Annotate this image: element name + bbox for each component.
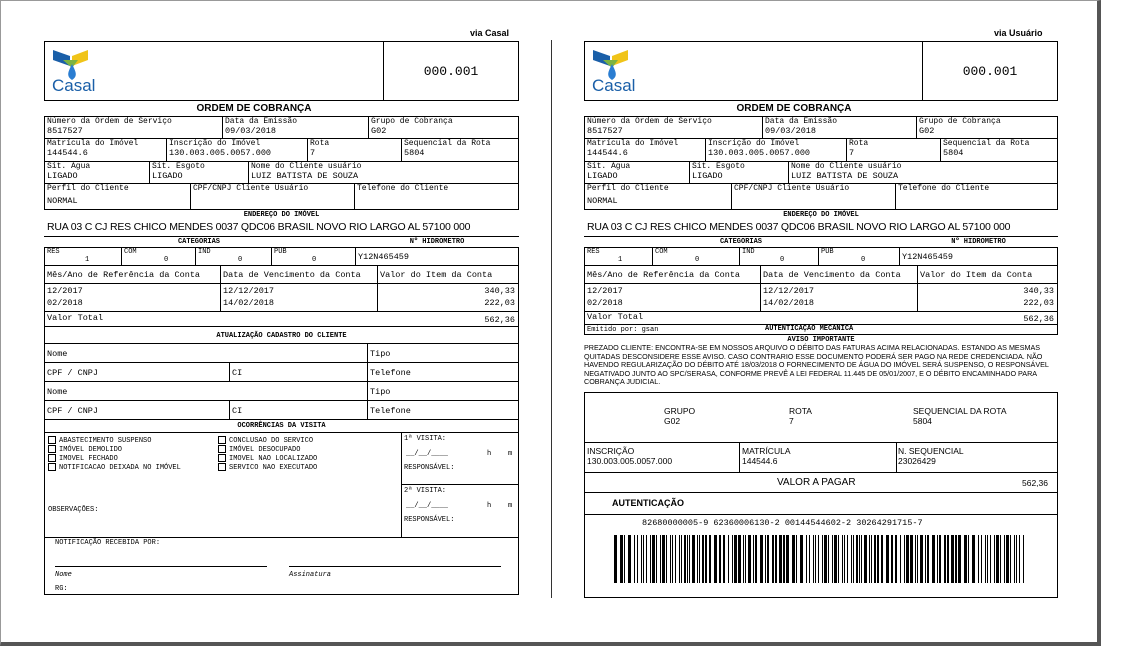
matricula-cell: Matrícula do Imóvel 144544.6 bbox=[44, 138, 167, 162]
valor-pagar-label: VALOR A PAGAR bbox=[777, 477, 856, 488]
ocorrencias-title: OCORRÊNCIAS DA VISITA bbox=[44, 419, 519, 433]
items-valor-col: 340,33 222,03 bbox=[377, 283, 519, 312]
left-header: Casal 000.001 bbox=[44, 41, 519, 101]
cad-tel-1[interactable]: Telefone bbox=[367, 362, 519, 382]
seq-label: SEQUENCIAL DA ROTA bbox=[913, 406, 1007, 416]
esgoto-cell: Sit. Esgoto LIGADO bbox=[149, 161, 249, 184]
table-row: 12/2017 bbox=[47, 286, 83, 296]
casal-logo: Casal bbox=[48, 46, 98, 98]
items-venc-col: 12/12/2017 14/02/2018 bbox=[220, 283, 378, 312]
total-row: Valor Total 562,36 bbox=[44, 311, 519, 327]
via-usuario-label: via Usuário bbox=[994, 28, 1043, 38]
perfil-cell: Perfil do Cliente NORMAL bbox=[44, 183, 191, 210]
items-header-ref: Mês/Ano de Referência da Conta bbox=[44, 265, 221, 284]
barcode-icon bbox=[614, 535, 1024, 583]
divider-line bbox=[551, 40, 552, 598]
items-ref-col: 12/2017 02/2018 bbox=[44, 283, 221, 312]
assinatura-label: Assinatura bbox=[289, 571, 332, 579]
via-casal-label: via Casal bbox=[470, 28, 510, 38]
cad-cpf-1[interactable]: CPF / CNPJ bbox=[44, 362, 230, 382]
cad-ci-2[interactable]: CI bbox=[229, 400, 368, 420]
table-row: 02/2018 bbox=[47, 298, 83, 308]
visita1-label: 1ª VISITA: bbox=[404, 435, 447, 443]
inscricao-value: 130.003.005.0057.000 bbox=[587, 456, 673, 466]
autenticacao-label: AUTENTICAÇÃO bbox=[612, 498, 684, 508]
table-row: 12/2017 bbox=[587, 286, 623, 296]
aviso-text: PREZADO CLIENTE: ENCONTRA-SE EM NOSSOS A… bbox=[584, 343, 1049, 386]
rg-label: RG: bbox=[55, 585, 68, 593]
cad-ci-1[interactable]: CI bbox=[229, 362, 368, 382]
grupo-label: GRUPO bbox=[664, 406, 696, 416]
inscricao-cell: Inscrição do Imóvel 130.003.005.0057.000 bbox=[166, 138, 308, 162]
cad-tipo-2[interactable]: Tipo bbox=[367, 381, 519, 401]
responsavel-1: RESPONSÁVEL: bbox=[404, 464, 455, 472]
seq-value: 5804 bbox=[913, 416, 932, 426]
items-header-valor: Valor do Item da Conta bbox=[377, 265, 519, 284]
casal-logo: Casal bbox=[588, 46, 638, 98]
visita2-date[interactable]: __/__/____ bbox=[406, 502, 448, 510]
grupo-cell: Grupo de Cobrança G02 bbox=[368, 116, 519, 139]
pub-cell: PUB 0 bbox=[271, 247, 356, 266]
endereco-label: ENDEREÇO DO IMÓVEL bbox=[243, 211, 320, 219]
matricula-label: MATRÍCULA bbox=[742, 446, 791, 456]
hidrometro-label: Nº HIDROMETRO bbox=[409, 238, 465, 246]
linha-digitavel: 82680000005-9 62360006130-2 00144544602-… bbox=[642, 518, 923, 528]
nseq-value: 23026429 bbox=[898, 456, 936, 466]
form-title: ORDEM DE COBRANÇA bbox=[196, 103, 312, 114]
emitido-row: Emitido por: gsan AUTENTICAÇÃO MECÂNICA bbox=[584, 324, 1058, 335]
matricula-value: 144544.6 bbox=[742, 456, 778, 466]
seq-cell: Sequencial da Rota 5804 bbox=[401, 138, 519, 162]
com-cell: COM 0 bbox=[121, 247, 196, 266]
telefone-cell: Telefone do Cliente bbox=[354, 183, 519, 210]
logo-text: Casal bbox=[592, 76, 636, 95]
emissao-cell: Data da Emissão 09/03/2018 bbox=[222, 116, 369, 139]
cliente-cell: Nome do Cliente usuário LUIZ BATISTA DE … bbox=[248, 161, 519, 184]
document-number: 000.001 bbox=[383, 42, 518, 100]
cad-tel-2[interactable]: Telefone bbox=[367, 400, 519, 420]
rota-label: ROTA bbox=[789, 406, 812, 416]
visita1-date[interactable]: __/__/____ bbox=[406, 450, 448, 458]
rota-cell: Rota 7 bbox=[307, 138, 402, 162]
cad-nome-1[interactable]: Nome bbox=[44, 343, 368, 363]
form-title: ORDEM DE COBRANÇA bbox=[736, 103, 852, 114]
cadastro-title: ATUALIZAÇÃO CADASTRO DO CLIENTE bbox=[44, 326, 519, 344]
document-number: 000.001 bbox=[922, 42, 1057, 100]
logo-text: Casal bbox=[52, 76, 96, 95]
table-row: 02/2018 bbox=[587, 298, 623, 308]
nome-signature-label: Nome bbox=[55, 571, 72, 579]
responsavel-2: RESPONSÁVEL: bbox=[404, 516, 455, 524]
notificacao-label: NOTIFICAÇÃO RECEBIDA POR: bbox=[55, 539, 161, 547]
checkbox-notificacao[interactable]: NOTIFICACAO DEIXADA NO IMÓVEL bbox=[48, 463, 181, 473]
endereco-value: RUA 03 C CJ RES CHICO MENDES 0037 QDC06 … bbox=[47, 221, 471, 233]
cad-tipo-1[interactable]: Tipo bbox=[367, 343, 519, 363]
cad-nome-2[interactable]: Nome bbox=[44, 381, 368, 401]
checkbox-nao-executado[interactable]: SERVICO NAO EXECUTADO bbox=[218, 463, 317, 473]
ind-cell: IND 0 bbox=[195, 247, 272, 266]
nseq-label: N. SEQUENCIAL bbox=[898, 446, 964, 456]
categorias-label: CATEGORIAS bbox=[177, 238, 220, 246]
grupo-value: G02 bbox=[664, 416, 681, 426]
visita2-label: 2ª VISITA: bbox=[404, 487, 447, 495]
agua-cell: Sit. Água LIGADO bbox=[44, 161, 150, 184]
observacoes-label: OBSERVAÇÕES: bbox=[48, 506, 99, 514]
rota-value: 7 bbox=[789, 416, 794, 426]
items-header-venc: Data de Vencimento da Conta bbox=[220, 265, 378, 284]
res-cell: RES 1 bbox=[44, 247, 122, 266]
ordem-cell: Número da Ordem de Serviço 8517527 bbox=[44, 116, 223, 139]
hidrometro-cell: Y12N465459 bbox=[355, 247, 519, 266]
valor-pagar-value: 562,36 bbox=[1022, 478, 1048, 488]
cpf-cell: CPF/CNPJ Cliente Usuário bbox=[190, 183, 355, 210]
right-header: Casal 000.001 bbox=[584, 41, 1058, 101]
cad-cpf-2[interactable]: CPF / CNPJ bbox=[44, 400, 230, 420]
inscricao-label: INSCRIÇÃO bbox=[587, 446, 635, 456]
